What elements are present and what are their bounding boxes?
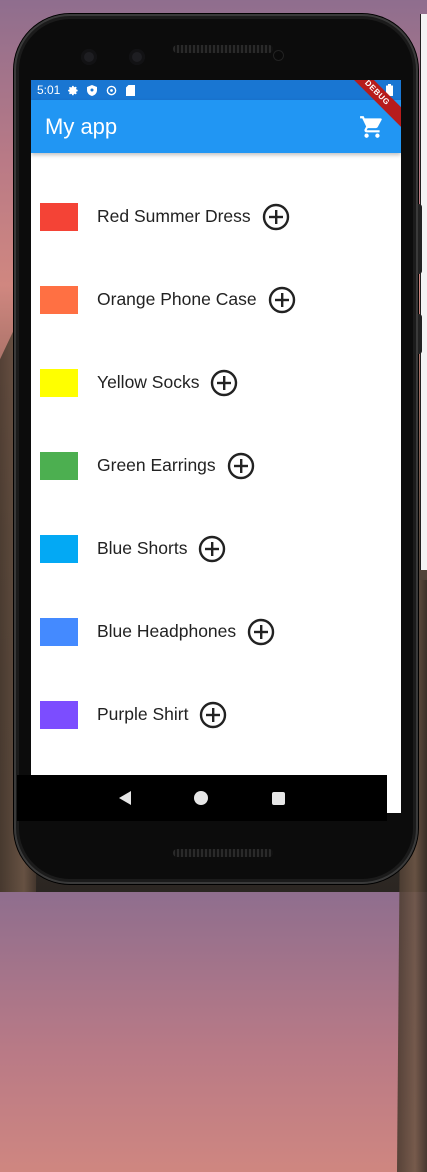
cart-button[interactable] — [357, 112, 387, 142]
add-to-cart-button[interactable] — [198, 700, 228, 730]
add-circle-outline-icon — [247, 618, 275, 645]
system-navigation-bar — [17, 775, 387, 821]
list-item: Purple Shirt — [31, 673, 401, 756]
color-swatch — [40, 368, 78, 397]
front-sensor-icon — [129, 49, 145, 65]
color-swatch — [40, 285, 78, 314]
app-screen: 5:01 DEBUG My app Red Summer Dress Orang… — [31, 80, 401, 813]
list-item: Blue Headphones — [31, 590, 401, 673]
list-item: Red Summer Dress — [31, 175, 401, 258]
add-to-cart-button[interactable] — [246, 617, 276, 647]
add-to-cart-button[interactable] — [267, 285, 297, 315]
item-name: Blue Shorts — [97, 538, 188, 558]
add-circle-outline-icon — [211, 369, 238, 396]
back-icon[interactable] — [118, 791, 131, 805]
list-item: Yellow Socks — [31, 341, 401, 424]
item-name: Orange Phone Case — [97, 289, 257, 309]
settings-icon — [67, 84, 79, 96]
list-item: Green Earrings — [31, 424, 401, 507]
volume-button — [418, 204, 422, 274]
app-bar: My app — [31, 100, 401, 153]
item-name: Purple Shirt — [97, 704, 189, 724]
recents-icon[interactable] — [272, 791, 286, 805]
shopping-cart-icon — [360, 115, 382, 138]
shield-icon — [86, 84, 98, 96]
color-swatch — [40, 700, 78, 729]
item-name: Red Summer Dress — [97, 206, 251, 226]
app-title: My app — [45, 113, 118, 139]
sd-card-icon — [124, 84, 136, 96]
home-icon[interactable] — [194, 791, 209, 805]
front-camera-icon — [81, 49, 97, 65]
adjacent-window-edge — [420, 14, 427, 570]
add-to-cart-button[interactable] — [209, 368, 239, 398]
add-to-cart-button[interactable] — [261, 202, 291, 232]
item-name: Yellow Socks — [97, 372, 200, 392]
item-name: Blue Headphones — [97, 621, 237, 641]
list-item: Orange Phone Case — [31, 258, 401, 341]
add-circle-outline-icon — [268, 286, 295, 313]
catalog-list: Red Summer Dress Orange Phone Case Yellow … — [31, 153, 401, 756]
add-to-cart-button[interactable] — [226, 451, 256, 481]
color-swatch — [40, 617, 78, 646]
add-circle-outline-icon — [262, 203, 289, 230]
status-time: 5:01 — [37, 83, 61, 97]
add-circle-outline-icon — [199, 535, 226, 562]
status-bar: 5:01 DEBUG — [31, 80, 401, 134]
color-swatch — [40, 534, 78, 563]
sync-icon — [105, 84, 117, 96]
proximity-sensor — [274, 51, 283, 60]
add-to-cart-button[interactable] — [197, 534, 227, 564]
add-circle-outline-icon — [227, 452, 254, 479]
color-swatch — [40, 451, 78, 480]
list-item: Blue Shorts — [31, 507, 401, 590]
add-circle-outline-icon — [200, 701, 227, 728]
color-swatch — [40, 202, 78, 231]
item-name: Green Earrings — [97, 455, 216, 475]
earpiece-speaker — [173, 45, 273, 53]
power-button — [418, 314, 422, 354]
bottom-speaker — [173, 849, 273, 857]
